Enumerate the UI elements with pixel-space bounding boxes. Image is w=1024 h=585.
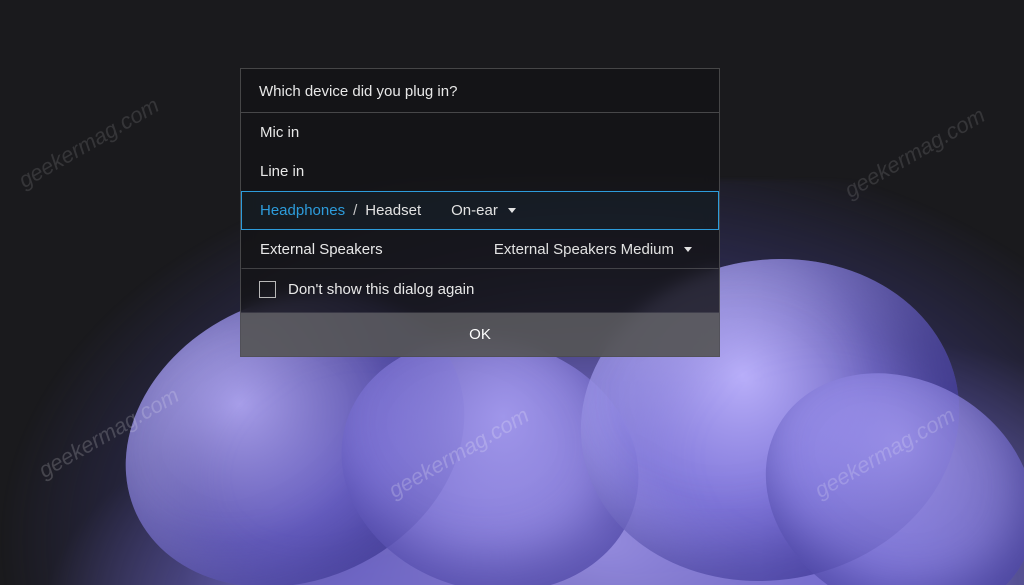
dialog-title: Which device did you plug in?	[241, 69, 719, 113]
device-list: Mic in Line in Headphones / Headset On-e…	[241, 113, 719, 269]
dropdown-value: External Speakers Medium	[494, 241, 674, 258]
device-option-headphones[interactable]: Headphones / Headset On-ear	[241, 191, 719, 230]
device-label-headset: Headset	[365, 202, 421, 219]
dont-show-again-row[interactable]: Don't show this dialog again	[241, 269, 719, 313]
dont-show-checkbox[interactable]	[259, 281, 276, 298]
speaker-size-dropdown[interactable]: External Speakers Medium	[494, 241, 696, 258]
device-label: External Speakers	[260, 241, 383, 258]
device-separator: /	[353, 202, 357, 219]
ok-button[interactable]: OK	[241, 313, 719, 356]
device-option-line-in[interactable]: Line in	[241, 152, 719, 191]
device-option-external-speakers[interactable]: External Speakers External Speakers Medi…	[241, 230, 719, 269]
device-label-headphones: Headphones	[260, 202, 345, 219]
headphone-type-dropdown[interactable]: On-ear	[451, 202, 520, 219]
audio-device-dialog: Which device did you plug in? Mic in Lin…	[240, 68, 720, 357]
device-label: Mic in	[260, 124, 299, 141]
chevron-down-icon	[684, 247, 692, 252]
device-option-mic-in[interactable]: Mic in	[241, 113, 719, 152]
device-label: Line in	[260, 163, 304, 180]
dropdown-value: On-ear	[451, 202, 498, 219]
dont-show-label: Don't show this dialog again	[288, 281, 474, 298]
chevron-down-icon	[508, 208, 516, 213]
watermark-text: geekermag.com	[14, 92, 164, 193]
